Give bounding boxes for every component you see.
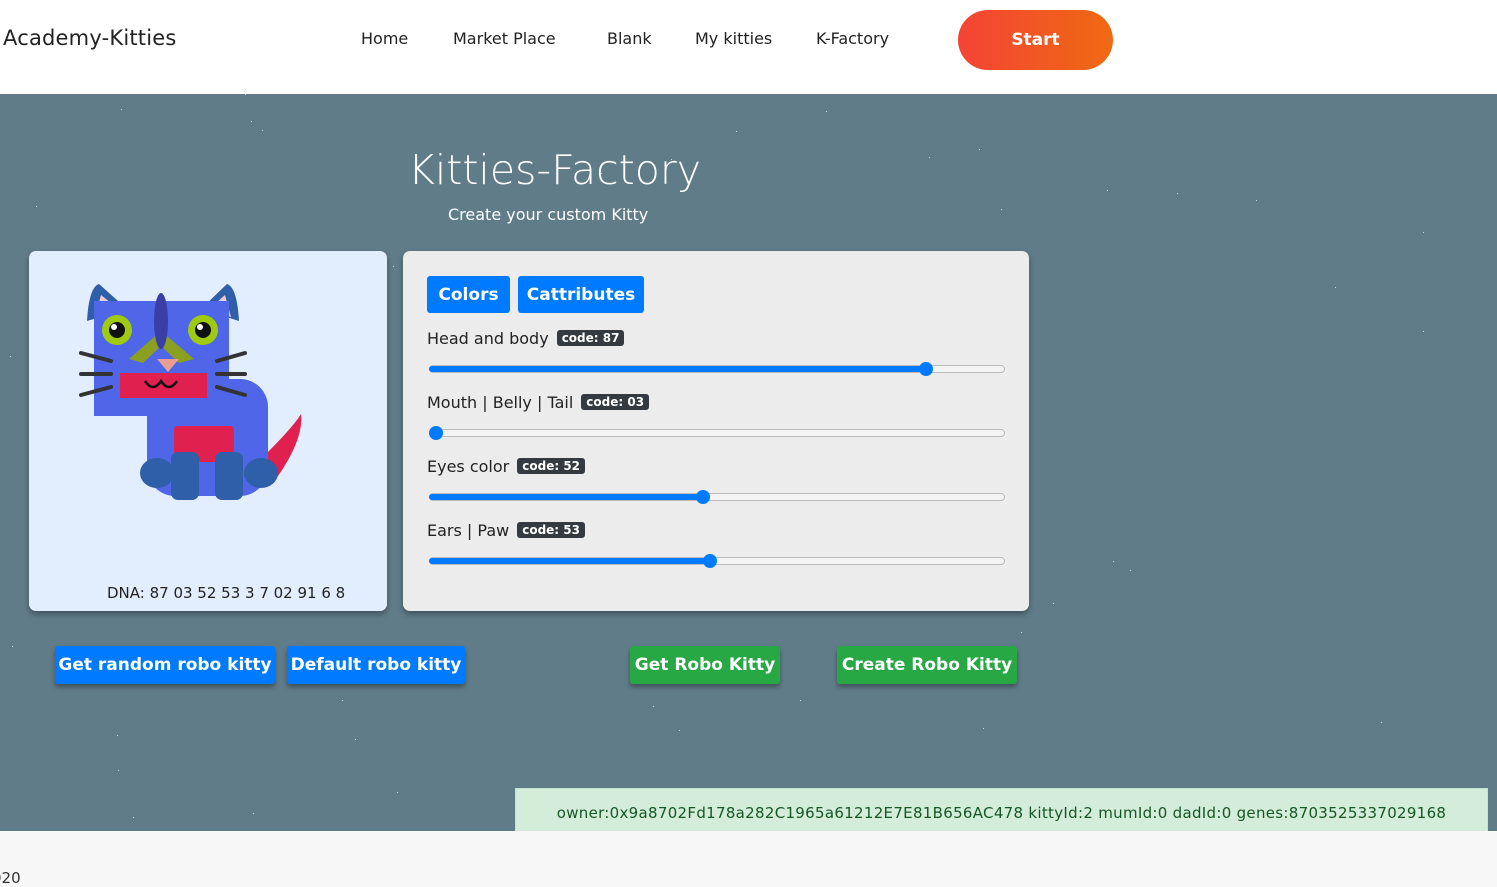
nav-k-factory[interactable]: K-Factory <box>816 29 889 48</box>
ears-paw-slider[interactable] <box>429 554 1005 568</box>
star <box>1423 232 1424 233</box>
star <box>1130 570 1131 571</box>
ears-paw-code-badge: code: 53 <box>517 522 585 538</box>
page-subtitle: Create your custom Kitty <box>448 205 649 224</box>
nav-home[interactable]: Home <box>361 29 408 48</box>
star <box>983 728 984 729</box>
slider-thumb[interactable] <box>429 426 443 440</box>
star <box>1256 200 1257 201</box>
kitty-image <box>79 284 302 500</box>
kitty-paw-left <box>140 458 174 488</box>
star <box>251 121 252 122</box>
head-body-label: Head and body code: 87 <box>427 329 625 348</box>
star <box>253 813 254 814</box>
star <box>1177 193 1178 194</box>
star <box>342 700 343 701</box>
eyes-color-label: Eyes color code: 52 <box>427 457 586 476</box>
star <box>1423 331 1424 332</box>
kitty-pupil-right <box>195 322 211 338</box>
star <box>979 149 980 150</box>
slider-fill <box>429 494 704 500</box>
kitty-created-alert: owner:0x9a8702Fd178a282C1965a61212E7E81B… <box>515 788 1488 831</box>
star <box>12 646 13 647</box>
star <box>1053 603 1054 604</box>
factory-section: Kitties-Factory Create your custom Kitty <box>0 94 1497 831</box>
eyes-color-slider[interactable] <box>429 490 1005 504</box>
nav-my-kitties[interactable]: My kitties <box>695 29 772 48</box>
nav-blank[interactable]: Blank <box>607 29 652 48</box>
star <box>118 770 119 771</box>
create-kitty-button[interactable]: Create Robo Kitty <box>837 646 1017 684</box>
kitty-forehead-stripe <box>154 293 168 349</box>
head-body-code-badge: code: 87 <box>556 330 625 346</box>
tab-cattributes[interactable]: Cattributes <box>518 276 644 313</box>
star <box>1021 632 1022 633</box>
star <box>393 266 394 267</box>
slider-fill <box>429 558 710 564</box>
slider-fill <box>429 366 926 372</box>
star <box>929 157 930 158</box>
star <box>117 735 118 736</box>
slider-thumb[interactable] <box>696 490 711 504</box>
star <box>397 792 398 793</box>
tab-colors[interactable]: Colors <box>427 276 510 313</box>
kitty-paw-right <box>244 458 278 488</box>
star <box>1001 209 1002 210</box>
kitty-preview-card: DNA: 87 03 52 53 3 7 02 91 6 8 <box>29 251 387 611</box>
star <box>1335 287 1336 288</box>
slider-thumb[interactable] <box>702 554 717 568</box>
attributes-panel: Colors Cattributes Head and body code: 87… <box>403 251 1029 611</box>
kitty-pupil-left <box>109 322 125 338</box>
ears-paw-label-text: Ears | Paw <box>427 521 510 540</box>
star <box>1381 722 1382 723</box>
mouth-belly-tail-label-text: Mouth | Belly | Tail <box>427 393 574 412</box>
start-button[interactable]: Start <box>958 10 1113 70</box>
star <box>121 109 122 110</box>
head-body-label-text: Head and body <box>427 329 549 348</box>
star <box>826 111 827 112</box>
star <box>10 356 11 357</box>
slider-track <box>429 429 1005 437</box>
default-kitty-button[interactable]: Default robo kitty <box>287 646 465 684</box>
star <box>679 730 680 731</box>
footer-text: 020 <box>0 869 21 887</box>
star <box>133 817 134 818</box>
star <box>653 706 654 707</box>
page-title: Kitties-Factory <box>408 146 701 194</box>
head-body-slider[interactable] <box>429 362 1005 376</box>
star <box>1107 190 1108 191</box>
star <box>1113 561 1114 562</box>
kitty-leg-right <box>215 452 243 500</box>
ears-paw-label: Ears | Paw code: 53 <box>427 521 585 540</box>
mouth-belly-tail-code-badge: code: 03 <box>581 394 650 410</box>
brand-logo[interactable]: Academy-Kitties <box>3 26 177 50</box>
navbar: Academy-Kitties Home Market Place Blank … <box>0 0 1497 94</box>
star <box>36 206 37 207</box>
star <box>262 130 263 131</box>
mouth-belly-tail-label: Mouth | Belly | Tail code: 03 <box>427 393 650 412</box>
nav-market-place[interactable]: Market Place <box>453 29 556 48</box>
eyes-color-code-badge: code: 52 <box>517 458 586 474</box>
slider-thumb[interactable] <box>919 362 933 376</box>
random-kitty-button[interactable]: Get random robo kitty <box>55 646 275 684</box>
dna-text: DNA: 87 03 52 53 3 7 02 91 6 8 <box>107 584 346 602</box>
kitty-leg-left <box>171 452 199 500</box>
star <box>355 739 356 740</box>
star <box>736 131 737 132</box>
mouth-belly-tail-slider[interactable] <box>429 426 1005 440</box>
get-kitty-button[interactable]: Get Robo Kitty <box>630 646 780 684</box>
eyes-color-label-text: Eyes color <box>427 457 510 476</box>
star <box>800 700 801 701</box>
star <box>245 94 246 95</box>
